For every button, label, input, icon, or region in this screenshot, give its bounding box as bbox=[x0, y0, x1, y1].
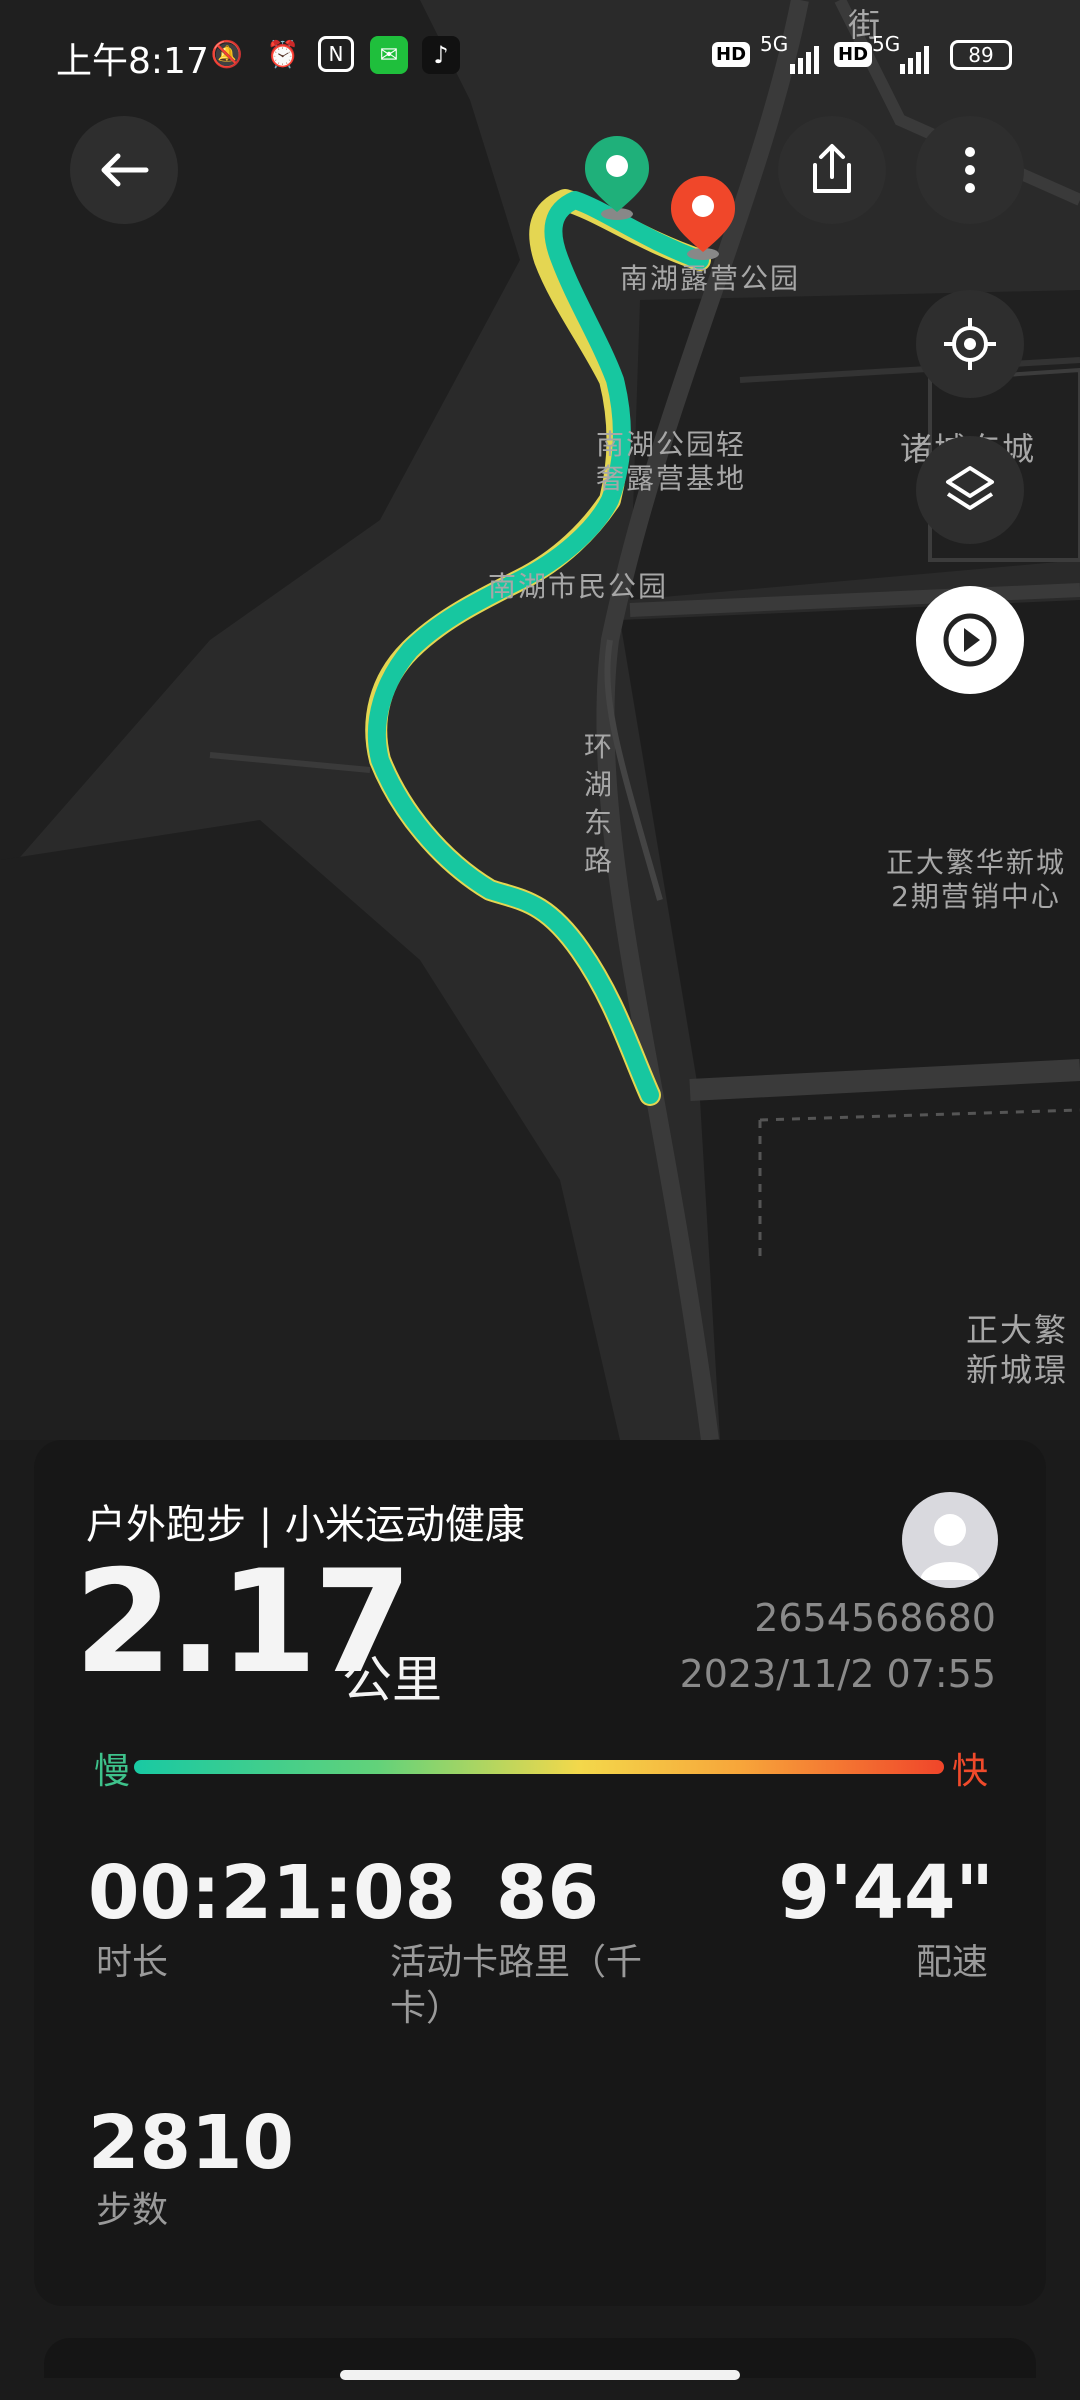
signal-icon-2 bbox=[900, 42, 934, 74]
steps-label: 步数 bbox=[96, 2190, 169, 2231]
map-label-zhengda-3: 正大繁 新城璟 bbox=[966, 1311, 1069, 1389]
alarm-icon: ⏰ bbox=[266, 40, 300, 70]
share-icon bbox=[813, 144, 851, 193]
network-type-1: 5G bbox=[760, 32, 789, 56]
workout-summary-card: 户外跑步 | 小米运动健康 2.17 公里 2654568680 2023/11… bbox=[34, 1440, 1046, 2306]
more-vertical-icon bbox=[965, 147, 975, 193]
route-map[interactable]: 南湖露营公园 南湖公园轻 奢露营基地 南湖市民公园 环 湖 东 路 正大繁华新城… bbox=[0, 0, 1080, 1440]
pace-gradient-bar bbox=[134, 1760, 944, 1774]
hd-icon-2: HD bbox=[834, 42, 873, 67]
locate-button[interactable] bbox=[916, 290, 1024, 398]
map-label-zhengda-2: 正大繁华新城 2期营销中心 bbox=[886, 846, 1067, 913]
mute-icon: 🔕 bbox=[210, 40, 244, 70]
user-avatar-icon bbox=[920, 1514, 980, 1580]
network-type-2: 5G bbox=[872, 32, 901, 56]
pace-value: 9'44" bbox=[778, 1850, 994, 1936]
calories-label: 活动卡路里（千卡） bbox=[390, 1942, 643, 2029]
home-indicator[interactable] bbox=[340, 2370, 740, 2380]
back-button[interactable] bbox=[70, 116, 178, 224]
distance-unit: 公里 bbox=[342, 1651, 442, 1709]
battery-level: 89 bbox=[968, 43, 994, 67]
signal-icon-1 bbox=[790, 42, 824, 74]
tiktok-icon: ♪ bbox=[422, 36, 460, 74]
status-bar: 上午8:17 🔕 ⏰ N ✉ ♪ HD 5G HD 5G 89 bbox=[0, 0, 1080, 110]
arrow-left-icon bbox=[101, 153, 149, 187]
calories-value: 86 bbox=[496, 1850, 599, 1936]
wechat-icon: ✉ bbox=[370, 36, 408, 74]
map-label-civic-park: 南湖市民公园 bbox=[488, 570, 669, 603]
layers-button[interactable] bbox=[916, 436, 1024, 544]
play-icon bbox=[943, 613, 997, 667]
workout-datetime: 2023/11/2 07:55 bbox=[679, 1652, 996, 1696]
hd-icon: HD bbox=[712, 42, 751, 67]
user-id: 2654568680 bbox=[754, 1596, 996, 1640]
status-time: 上午8:17 bbox=[56, 41, 209, 82]
pace-legend-fast: 快 bbox=[951, 1751, 988, 1792]
avatar[interactable] bbox=[902, 1492, 998, 1588]
map-label-luxury-camp: 南湖公园轻 奢露营基地 bbox=[596, 428, 747, 495]
pace-legend-slow: 慢 bbox=[94, 1751, 131, 1792]
map-canvas bbox=[0, 0, 1080, 1440]
steps-value: 2810 bbox=[88, 2100, 294, 2186]
nfc-icon: N bbox=[318, 36, 354, 72]
layers-icon bbox=[946, 466, 994, 510]
map-label-camp-park: 南湖露营公园 bbox=[620, 262, 801, 295]
locate-icon bbox=[944, 318, 996, 370]
duration-label: 时长 bbox=[96, 1942, 169, 1983]
battery-icon: 89 bbox=[950, 40, 1012, 70]
more-button[interactable] bbox=[916, 116, 1024, 224]
pace-label: 配速 bbox=[915, 1942, 988, 1983]
duration-value: 00:21:08 bbox=[88, 1850, 457, 1936]
play-track-button[interactable] bbox=[916, 586, 1024, 694]
map-label-east-road: 环 湖 东 路 bbox=[584, 730, 615, 877]
share-button[interactable] bbox=[778, 116, 886, 224]
